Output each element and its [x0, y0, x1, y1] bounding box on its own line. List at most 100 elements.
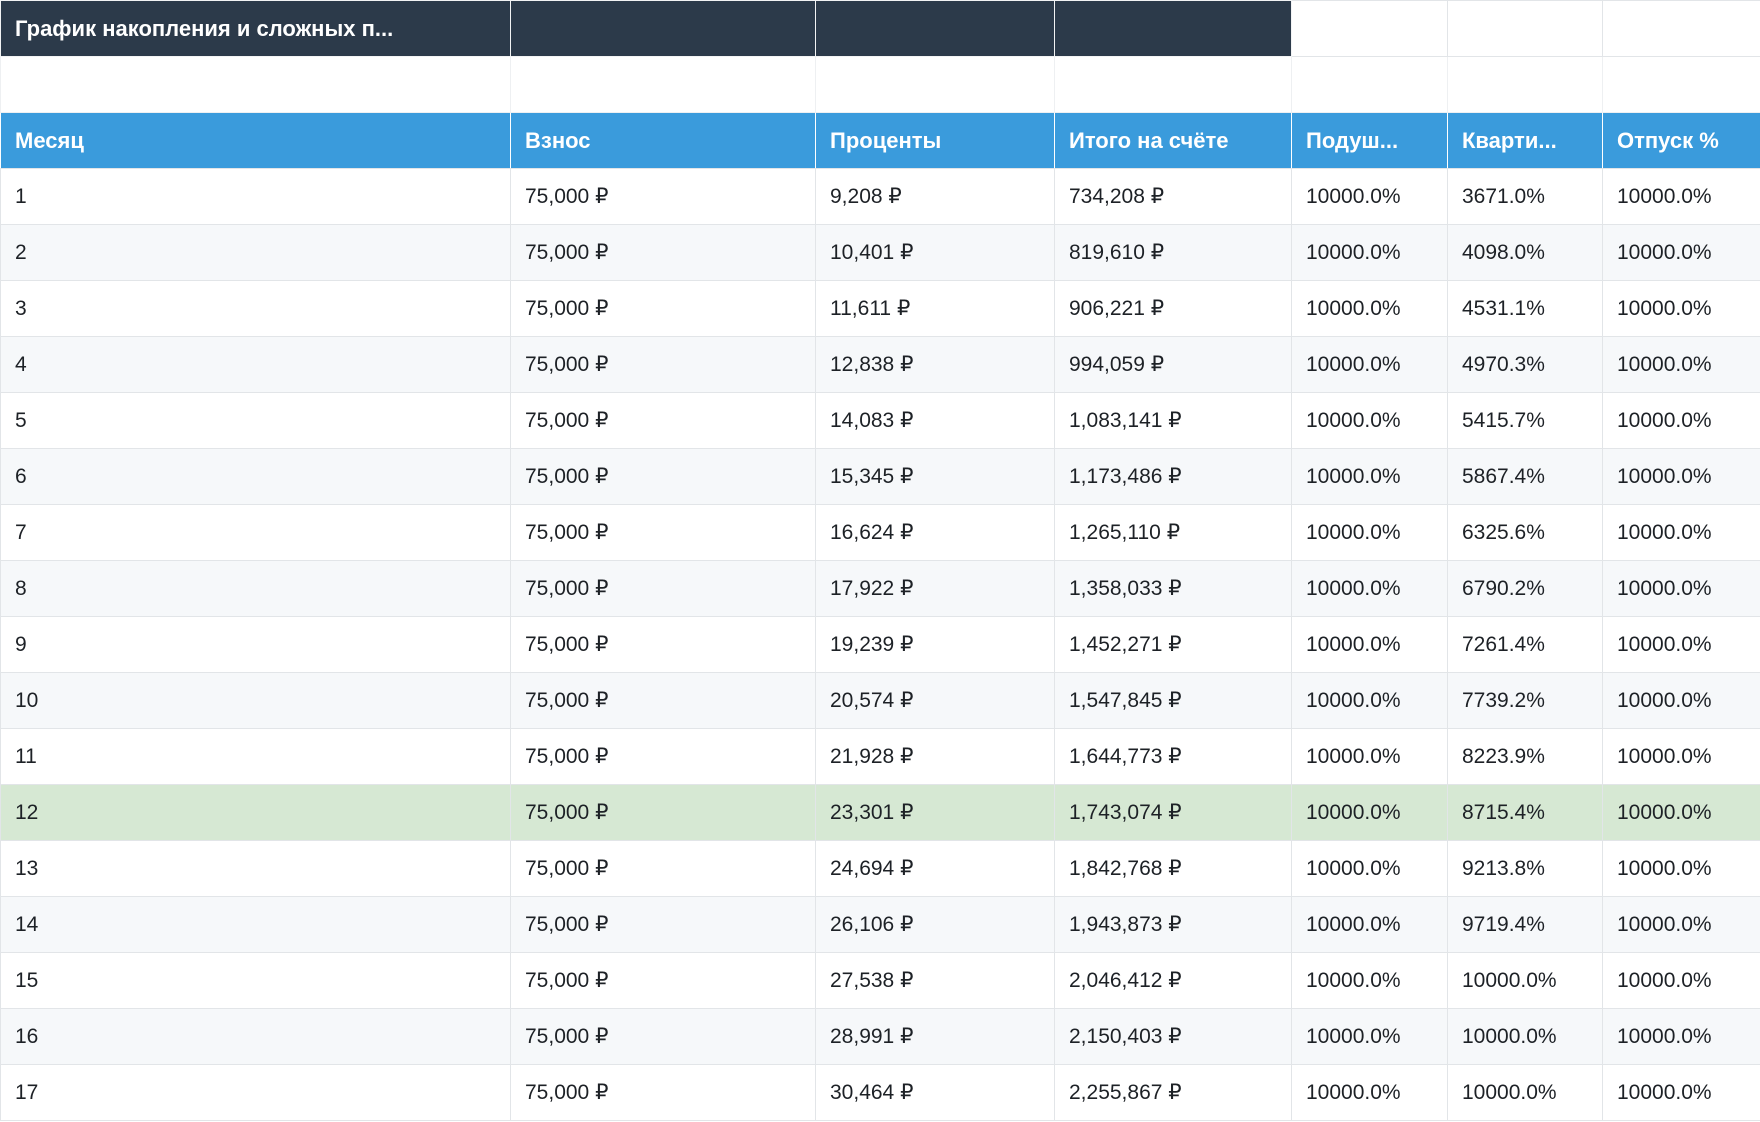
table-cell[interactable]: 10000.0%: [1603, 225, 1760, 281]
table-cell[interactable]: 819,610 ₽: [1055, 225, 1292, 281]
table-cell[interactable]: 1,842,768 ₽: [1055, 841, 1292, 897]
table-cell[interactable]: 10000.0%: [1292, 1065, 1448, 1121]
table-cell[interactable]: 10000.0%: [1603, 505, 1760, 561]
table-cell[interactable]: 75,000 ₽: [511, 897, 816, 953]
table-cell[interactable]: 5415.7%: [1448, 393, 1603, 449]
table-cell[interactable]: 6325.6%: [1448, 505, 1603, 561]
table-cell[interactable]: 28,991 ₽: [816, 1009, 1055, 1065]
table-cell[interactable]: 2,255,867 ₽: [1055, 1065, 1292, 1121]
table-cell[interactable]: 16,624 ₽: [816, 505, 1055, 561]
table-cell[interactable]: 1,452,271 ₽: [1055, 617, 1292, 673]
table-cell[interactable]: 23,301 ₽: [816, 785, 1055, 841]
table-cell[interactable]: 1,083,141 ₽: [1055, 393, 1292, 449]
table-cell[interactable]: 8715.4%: [1448, 785, 1603, 841]
table-cell[interactable]: 10000.0%: [1292, 281, 1448, 337]
table-cell[interactable]: 10000.0%: [1603, 1065, 1760, 1121]
table-cell[interactable]: 906,221 ₽: [1055, 281, 1292, 337]
table-cell[interactable]: 1,943,873 ₽: [1055, 897, 1292, 953]
table-cell[interactable]: 10000.0%: [1603, 897, 1760, 953]
table-cell[interactable]: 10000.0%: [1292, 393, 1448, 449]
table-cell[interactable]: 10000.0%: [1292, 337, 1448, 393]
table-cell[interactable]: 5867.4%: [1448, 449, 1603, 505]
table-cell[interactable]: 10000.0%: [1603, 841, 1760, 897]
table-cell[interactable]: 2,150,403 ₽: [1055, 1009, 1292, 1065]
column-header-deposit[interactable]: Взнос: [511, 113, 816, 169]
table-cell[interactable]: 10000.0%: [1292, 617, 1448, 673]
table-cell[interactable]: 10000.0%: [1603, 169, 1760, 225]
table-cell[interactable]: 75,000 ₽: [511, 393, 816, 449]
table-cell[interactable]: 75,000 ₽: [511, 225, 816, 281]
table-cell[interactable]: 1: [1, 169, 511, 225]
table-cell[interactable]: 3671.0%: [1448, 169, 1603, 225]
table-cell[interactable]: 8: [1, 561, 511, 617]
table-cell[interactable]: 10000.0%: [1603, 281, 1760, 337]
table-cell[interactable]: 10000.0%: [1448, 1065, 1603, 1121]
table-cell[interactable]: 1,173,486 ₽: [1055, 449, 1292, 505]
table-cell[interactable]: 4970.3%: [1448, 337, 1603, 393]
table-cell[interactable]: 2,046,412 ₽: [1055, 953, 1292, 1009]
table-cell[interactable]: 994,059 ₽: [1055, 337, 1292, 393]
table-cell[interactable]: [1292, 1, 1448, 57]
table-cell[interactable]: 4: [1, 337, 511, 393]
table-cell[interactable]: 10000.0%: [1292, 953, 1448, 1009]
table-cell[interactable]: 9213.8%: [1448, 841, 1603, 897]
table-cell[interactable]: 10000.0%: [1292, 897, 1448, 953]
table-cell[interactable]: 11: [1, 729, 511, 785]
table-cell[interactable]: 75,000 ₽: [511, 617, 816, 673]
column-header-month[interactable]: Месяц: [1, 113, 511, 169]
table-cell[interactable]: 12,838 ₽: [816, 337, 1055, 393]
table-cell[interactable]: 10000.0%: [1603, 337, 1760, 393]
table-cell[interactable]: 75,000 ₽: [511, 841, 816, 897]
table-title-cell[interactable]: График накопления и сложных п...: [1, 1, 511, 57]
table-cell[interactable]: 17: [1, 1065, 511, 1121]
column-header-cushion[interactable]: Подуш...: [1292, 113, 1448, 169]
table-cell[interactable]: [1055, 1, 1292, 57]
table-cell[interactable]: 75,000 ₽: [511, 785, 816, 841]
table-cell[interactable]: [1603, 57, 1760, 113]
table-cell[interactable]: [511, 57, 816, 113]
table-cell[interactable]: 4531.1%: [1448, 281, 1603, 337]
table-cell[interactable]: 3: [1, 281, 511, 337]
table-cell[interactable]: 6790.2%: [1448, 561, 1603, 617]
table-cell[interactable]: 14,083 ₽: [816, 393, 1055, 449]
table-cell[interactable]: 10000.0%: [1292, 225, 1448, 281]
table-cell[interactable]: 9,208 ₽: [816, 169, 1055, 225]
table-cell[interactable]: 12: [1, 785, 511, 841]
table-cell[interactable]: [1055, 57, 1292, 113]
table-cell[interactable]: 10000.0%: [1292, 505, 1448, 561]
table-cell[interactable]: [816, 1, 1055, 57]
table-cell[interactable]: 10000.0%: [1292, 841, 1448, 897]
table-cell[interactable]: 17,922 ₽: [816, 561, 1055, 617]
table-cell[interactable]: [1448, 1, 1603, 57]
table-cell[interactable]: [1, 57, 511, 113]
table-cell[interactable]: 10000.0%: [1448, 1009, 1603, 1065]
table-cell[interactable]: 75,000 ₽: [511, 561, 816, 617]
table-cell[interactable]: 75,000 ₽: [511, 337, 816, 393]
table-cell[interactable]: 10000.0%: [1603, 673, 1760, 729]
table-cell[interactable]: [1603, 1, 1760, 57]
table-cell[interactable]: 30,464 ₽: [816, 1065, 1055, 1121]
table-cell[interactable]: 10000.0%: [1603, 561, 1760, 617]
table-cell[interactable]: 1,358,033 ₽: [1055, 561, 1292, 617]
table-cell[interactable]: 10000.0%: [1603, 393, 1760, 449]
table-cell[interactable]: 15,345 ₽: [816, 449, 1055, 505]
table-cell[interactable]: 19,239 ₽: [816, 617, 1055, 673]
column-header-interest[interactable]: Проценты: [816, 113, 1055, 169]
table-cell[interactable]: [816, 57, 1055, 113]
table-cell[interactable]: 14: [1, 897, 511, 953]
table-cell[interactable]: 15: [1, 953, 511, 1009]
table-cell[interactable]: 9719.4%: [1448, 897, 1603, 953]
table-cell[interactable]: 27,538 ₽: [816, 953, 1055, 1009]
table-cell[interactable]: 10: [1, 673, 511, 729]
table-cell[interactable]: 10000.0%: [1292, 785, 1448, 841]
table-cell[interactable]: 10,401 ₽: [816, 225, 1055, 281]
table-cell[interactable]: 75,000 ₽: [511, 169, 816, 225]
table-cell[interactable]: 10000.0%: [1292, 169, 1448, 225]
table-cell[interactable]: 10000.0%: [1603, 1009, 1760, 1065]
table-cell[interactable]: 7739.2%: [1448, 673, 1603, 729]
table-cell[interactable]: 75,000 ₽: [511, 1009, 816, 1065]
table-cell[interactable]: 1,265,110 ₽: [1055, 505, 1292, 561]
table-cell[interactable]: 10000.0%: [1603, 785, 1760, 841]
table-cell[interactable]: 10000.0%: [1292, 1009, 1448, 1065]
table-cell[interactable]: 26,106 ₽: [816, 897, 1055, 953]
